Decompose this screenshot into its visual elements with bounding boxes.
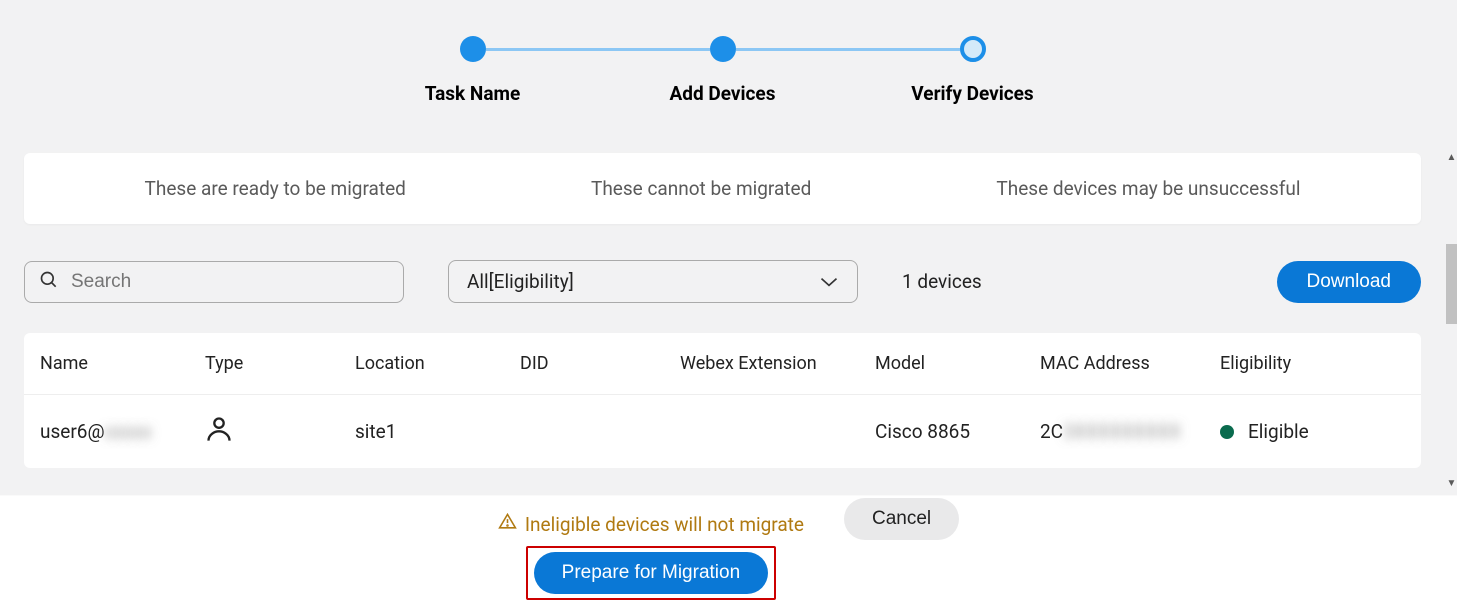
step-label: Verify Devices [911, 82, 1033, 105]
step-add-devices[interactable]: Add Devices [598, 36, 848, 105]
mac-visible: 2C [1040, 420, 1063, 443]
search-icon [39, 270, 59, 294]
download-button[interactable]: Download [1277, 261, 1422, 303]
cell-name: user6@xxxxx [40, 420, 205, 443]
scroll-arrow-down-icon[interactable]: ▼ [1446, 478, 1457, 490]
eligibility-filter-select[interactable]: All[Eligibility] [448, 260, 858, 303]
step-connector [486, 48, 710, 51]
eligibility-text: Eligible [1248, 420, 1309, 443]
cell-model: Cisco 8865 [875, 420, 1040, 443]
cell-eligibility: Eligible [1220, 420, 1405, 443]
mac-redacted: 3XXXXXXXXX [1063, 420, 1181, 443]
status-maybe-text: These devices may be unsuccessful [996, 177, 1300, 200]
devices-table: Name Type Location DID Webex Extension M… [24, 333, 1421, 468]
table-header-row: Name Type Location DID Webex Extension M… [24, 333, 1421, 395]
cancel-button[interactable]: Cancel [844, 498, 959, 540]
step-circle-current-icon [960, 36, 986, 62]
migration-status-summary: These are ready to be migrated These can… [24, 153, 1421, 224]
status-cannot-text: These cannot be migrated [591, 177, 811, 200]
step-task-name[interactable]: Task Name [348, 36, 598, 105]
status-ready-text: These are ready to be migrated [145, 177, 406, 200]
step-connector [736, 48, 960, 51]
col-header-mac-address[interactable]: MAC Address [1040, 353, 1220, 374]
warning-text: Ineligible devices will not migrate [525, 513, 804, 536]
cell-mac-address: 2C3XXXXXXXXX [1040, 420, 1220, 443]
cell-location: site1 [355, 420, 520, 443]
col-header-webex-extension[interactable]: Webex Extension [680, 353, 875, 374]
step-circle-done-icon [710, 36, 736, 62]
step-label: Add Devices [670, 82, 776, 105]
step-circle-done-icon [460, 36, 486, 62]
ineligible-warning: Ineligible devices will not migrate [498, 512, 804, 536]
footer-center-block: Ineligible devices will not migrate Prep… [498, 512, 804, 600]
wizard-stepper: Task Name Add Devices Verify Devices [0, 0, 1445, 105]
col-header-location[interactable]: Location [355, 353, 520, 374]
col-header-eligibility[interactable]: Eligibility [1220, 353, 1405, 374]
annotation-highlight: Prepare for Migration [526, 546, 776, 600]
step-verify-devices[interactable]: Verify Devices [848, 36, 1098, 105]
col-header-name[interactable]: Name [40, 353, 205, 374]
device-count-label: 1 devices [902, 270, 982, 293]
search-input[interactable] [71, 271, 389, 293]
table-controls: All[Eligibility] 1 devices Download [24, 260, 1421, 303]
col-header-type[interactable]: Type [205, 353, 355, 374]
vertical-scrollbar-thumb[interactable] [1446, 244, 1457, 324]
col-header-model[interactable]: Model [875, 353, 1040, 374]
chevron-down-icon [819, 270, 839, 293]
step-label: Task Name [425, 82, 520, 105]
person-icon [205, 425, 233, 448]
scroll-arrow-up-icon[interactable]: ▲ [1446, 152, 1457, 164]
table-row[interactable]: user6@xxxxx site1 Cisco 8865 2C3XXXXXXXX… [24, 395, 1421, 468]
filter-selected-value: All[Eligibility] [467, 270, 574, 293]
prepare-for-migration-button[interactable]: Prepare for Migration [534, 552, 768, 594]
cell-type [205, 415, 355, 448]
name-visible: user6@ [40, 420, 105, 443]
col-header-did[interactable]: DID [520, 353, 680, 374]
footer-action-bar: Ineligible devices will not migrate Prep… [0, 495, 1457, 616]
name-redacted: xxxxx [105, 420, 152, 443]
status-dot-icon [1220, 425, 1234, 439]
warning-triangle-icon [498, 512, 517, 536]
main-content: Task Name Add Devices Verify Devices The… [0, 0, 1445, 495]
search-field-wrap[interactable] [24, 261, 404, 303]
